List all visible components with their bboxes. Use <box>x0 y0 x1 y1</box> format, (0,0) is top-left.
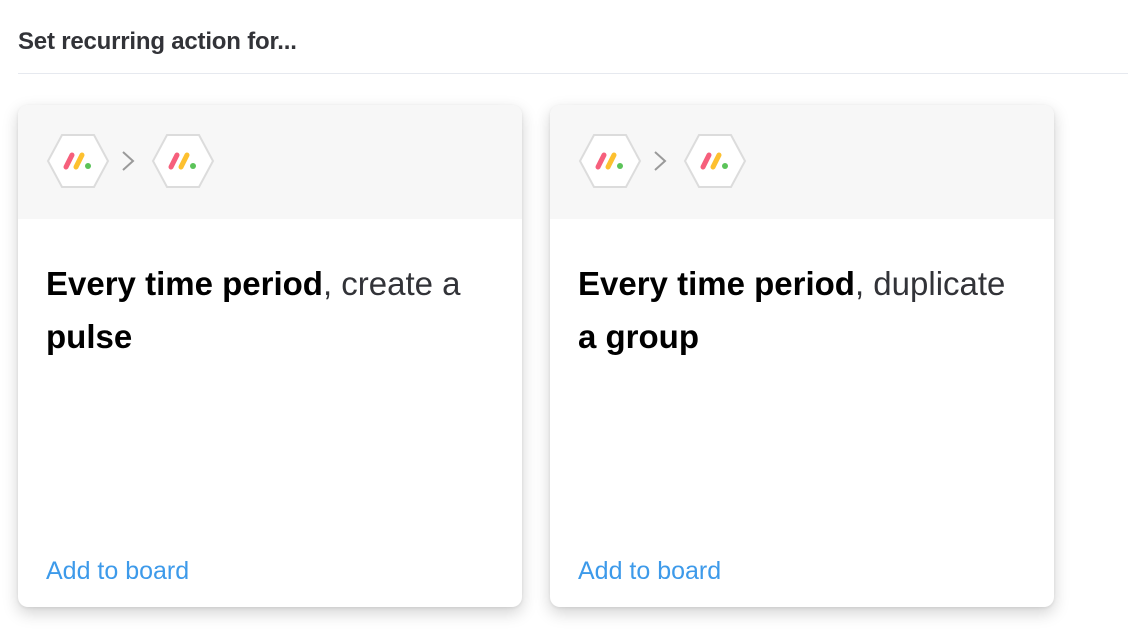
card-header <box>550 105 1054 219</box>
recipe-verb: create a <box>341 265 461 302</box>
recipe-object[interactable]: pulse <box>46 318 132 355</box>
recipe-trigger[interactable]: Every time period <box>46 265 323 302</box>
monday-logo-icon <box>578 134 642 188</box>
monday-logo-icon <box>46 134 110 188</box>
monday-logo-icon <box>151 134 215 188</box>
chevron-right-icon <box>654 151 667 171</box>
recipe-separator: , <box>322 265 333 302</box>
add-to-board-link[interactable]: Add to board <box>578 557 721 586</box>
recipe-sentence: Every time period, create a pulse <box>46 257 496 363</box>
divider <box>18 73 1128 74</box>
card-header <box>18 105 522 219</box>
recipe-trigger[interactable]: Every time period <box>578 265 855 302</box>
chevron-right-icon <box>122 151 135 171</box>
recipe-sentence: Every time period, duplicate a group <box>578 257 1028 363</box>
recipe-verb: duplicate <box>873 265 1006 302</box>
recipe-card-duplicate-group[interactable]: Every time period, duplicate a group Add… <box>550 105 1054 607</box>
recipe-separator: , <box>854 265 865 302</box>
recipe-object[interactable]: a group <box>578 318 699 355</box>
add-to-board-link[interactable]: Add to board <box>46 557 189 586</box>
recurring-actions-panel: Set recurring action for... Every time p… <box>0 0 1128 642</box>
monday-logo-icon <box>683 134 747 188</box>
recipe-card-create-pulse[interactable]: Every time period, create a pulse Add to… <box>18 105 522 607</box>
section-title: Set recurring action for... <box>18 28 297 55</box>
